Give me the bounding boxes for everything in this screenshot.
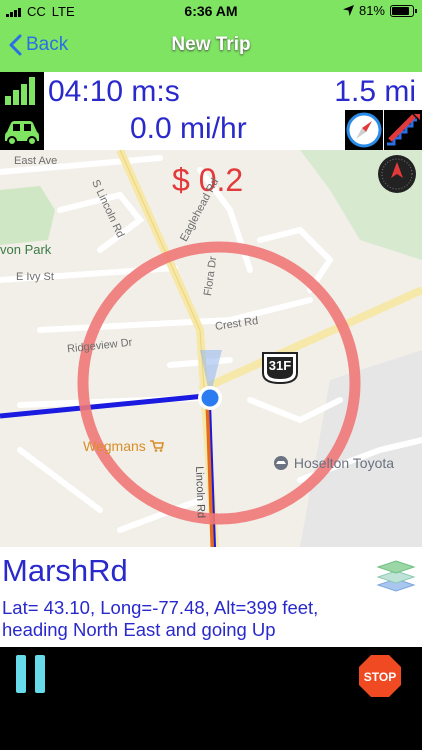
status-bar: CC LTE 6:36 AM 81% — [0, 0, 422, 22]
signal-strength-icon — [0, 72, 44, 110]
shopping-cart-icon — [149, 440, 164, 452]
map-view[interactable]: $ 0.2 East Ave S Lincoln Rd Eaglehead Rd… — [0, 150, 422, 547]
coords-line: Lat= 43.10, Long=-77.48, Alt=399 feet, — [2, 597, 319, 618]
heading-line: heading North East and going Up — [2, 619, 276, 640]
poi-hoselton-toyota[interactable]: Hoselton Toyota — [272, 455, 394, 471]
poi-hoselton-label: Hoselton Toyota — [293, 455, 395, 471]
pause-icon — [16, 655, 26, 693]
map-label-lincoln-rd-lower: Lincoln Rd — [193, 466, 207, 519]
location-coordinates: Lat= 43.10, Long=-77.48, Alt=399 feet, h… — [2, 597, 402, 641]
current-street: MarshRd — [2, 553, 128, 588]
map-canvas — [0, 150, 422, 547]
location-details: MarshRd Lat= 43.10, Long=-77.48, Alt=399… — [0, 547, 422, 647]
compass-icon[interactable] — [345, 110, 383, 150]
trip-distance: 1.5 mi — [334, 75, 416, 108]
route-shield-label: 31F — [268, 358, 292, 373]
battery-percent: 81% — [358, 3, 385, 18]
trip-info-panel: 04:10 m:s 1.5 mi 0.0 mi/hr — [0, 72, 422, 150]
page-title: New Trip — [171, 34, 251, 55]
poi-wegmans[interactable]: Wegmans — [83, 438, 164, 454]
pause-icon-bar — [35, 655, 45, 693]
elapsed-time: 04:10 m:s — [48, 75, 180, 108]
current-speed: 0.0 mi/hr — [130, 112, 247, 145]
status-right: 81% — [342, 3, 417, 18]
battery-icon — [390, 4, 417, 17]
car-icon — [0, 110, 44, 150]
map-label-e-ivy-st: E Ivy St — [16, 271, 54, 283]
map-compass-icon[interactable] — [377, 154, 417, 194]
poi-wegmans-label: Wegmans — [83, 438, 146, 454]
car-dealer-icon — [274, 456, 288, 470]
stairs-icon[interactable] — [384, 110, 422, 150]
svg-text:STOP: STOP — [364, 670, 396, 684]
navigation-bar: Back New Trip — [0, 22, 422, 72]
stop-button[interactable]: STOP — [358, 654, 402, 698]
map-label-east-ave: East Ave — [14, 155, 58, 167]
stop-icon: STOP — [359, 655, 401, 697]
layers-icon[interactable] — [376, 553, 416, 593]
map-label-park: von Park — [0, 242, 52, 257]
trip-controls: STOP — [0, 647, 422, 750]
location-arrow-icon — [342, 5, 354, 16]
pause-button[interactable] — [16, 655, 50, 693]
route-shield: 31F — [261, 351, 299, 385]
